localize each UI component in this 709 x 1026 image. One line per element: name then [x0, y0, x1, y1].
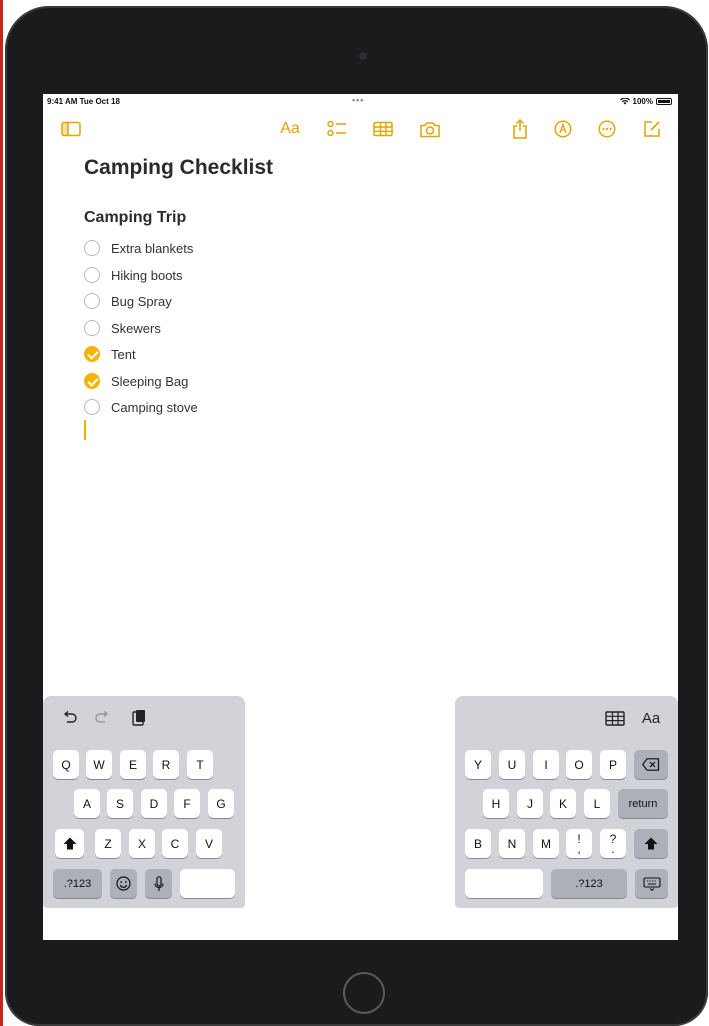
key-j[interactable]: J — [517, 789, 543, 818]
checkbox-circle[interactable] — [84, 293, 100, 309]
key-i[interactable]: I — [533, 750, 559, 779]
key-a[interactable]: A — [74, 789, 100, 818]
shift-key[interactable] — [55, 829, 84, 858]
key-d[interactable]: D — [141, 789, 167, 818]
split-keyboard-left: Q W E R T A S D F G Z X C V .?123 — [43, 696, 245, 908]
share-icon[interactable] — [508, 118, 532, 140]
numbers-key-right[interactable]: .?123 — [551, 869, 627, 898]
key-b[interactable]: B — [465, 829, 491, 858]
key-question-period[interactable]: ? . — [600, 829, 626, 858]
markup-icon[interactable] — [551, 118, 575, 140]
undo-icon[interactable] — [59, 708, 79, 728]
key-g[interactable]: G — [208, 789, 234, 818]
keyboard-icon — [642, 876, 661, 891]
backspace-icon — [642, 758, 660, 771]
key-q[interactable]: Q — [53, 750, 79, 779]
key-c[interactable]: C — [162, 829, 188, 858]
key-z[interactable]: Z — [95, 829, 121, 858]
checklist-item[interactable]: Skewers — [84, 318, 161, 338]
emoji-icon — [116, 876, 131, 891]
battery-percent: 100% — [632, 97, 653, 106]
compose-icon[interactable] — [640, 118, 664, 140]
sidebar-icon[interactable] — [59, 118, 83, 140]
microphone-icon — [153, 875, 164, 891]
checkbox-circle[interactable] — [84, 240, 100, 256]
home-button[interactable] — [343, 972, 385, 1014]
key-l[interactable]: L — [584, 789, 610, 818]
format-button[interactable]: Aa — [277, 118, 303, 140]
key-f[interactable]: F — [174, 789, 200, 818]
format-button-keyboard[interactable]: Aa — [638, 708, 664, 728]
table-icon[interactable] — [371, 118, 395, 140]
table-icon[interactable] — [603, 708, 627, 728]
checklist-item[interactable]: Camping stove — [84, 397, 198, 417]
key-o[interactable]: O — [566, 750, 592, 779]
key-k[interactable]: K — [550, 789, 576, 818]
checklist-icon[interactable] — [325, 118, 349, 140]
shift-arrow-icon — [644, 837, 658, 850]
notes-screen: 9:41 AM Tue Oct 18 ••• 100% Aa Camping C… — [43, 94, 678, 940]
checklist-item[interactable]: Extra blankets — [84, 238, 193, 258]
checked-circle-icon[interactable] — [84, 373, 100, 389]
key-x[interactable]: X — [129, 829, 155, 858]
checklist-item-label: Tent — [111, 346, 136, 362]
checklist-item-label: Camping stove — [111, 399, 198, 415]
key-h[interactable]: H — [483, 789, 509, 818]
key-secondary: , — [577, 841, 581, 856]
checkbox-circle[interactable] — [84, 320, 100, 336]
emoji-key[interactable] — [110, 869, 137, 898]
hide-keyboard-key[interactable] — [635, 869, 668, 898]
redo-icon[interactable] — [93, 708, 113, 728]
front-camera — [359, 52, 367, 60]
key-p[interactable]: P — [600, 750, 626, 779]
space-key-right[interactable] — [465, 869, 543, 898]
key-y[interactable]: Y — [465, 750, 491, 779]
key-w[interactable]: W — [86, 750, 112, 779]
numbers-key[interactable]: .?123 — [53, 869, 102, 898]
more-icon[interactable] — [595, 118, 619, 140]
key-m[interactable]: M — [533, 829, 559, 858]
key-n[interactable]: N — [499, 829, 525, 858]
left-edge-bar — [0, 0, 3, 1026]
key-u[interactable]: U — [499, 750, 525, 779]
key-s[interactable]: S — [107, 789, 133, 818]
camera-icon[interactable] — [418, 118, 442, 140]
checklist-item-label: Extra blankets — [111, 240, 194, 256]
space-key-left[interactable] — [180, 869, 235, 898]
split-keyboard-right: Aa Y U I O P H J K L return B N M ! , ? … — [455, 696, 678, 908]
status-right: 100% — [619, 97, 672, 106]
checked-circle-icon[interactable] — [84, 346, 100, 362]
checklist-item[interactable]: Sleeping Bag — [84, 371, 188, 391]
section-heading[interactable]: Camping Trip — [84, 209, 186, 227]
key-r[interactable]: R — [153, 750, 179, 779]
checklist-item[interactable]: Tent — [84, 344, 136, 364]
checkbox-circle[interactable] — [84, 399, 100, 415]
delete-key[interactable] — [634, 750, 668, 779]
multitasking-dots[interactable]: ••• — [352, 95, 364, 105]
checklist-item-label: Bug Spray — [111, 293, 172, 309]
status-time: 9:41 AM Tue Oct 18 — [47, 97, 120, 106]
battery-icon — [656, 98, 672, 105]
shift-arrow-icon — [63, 837, 76, 850]
note-title[interactable]: Camping Checklist — [84, 156, 273, 180]
key-e[interactable]: E — [120, 750, 146, 779]
text-cursor — [84, 420, 86, 440]
paste-icon[interactable] — [129, 708, 149, 728]
key-secondary: . — [611, 841, 615, 856]
shift-key-right[interactable] — [634, 829, 668, 858]
key-exclaim-comma[interactable]: ! , — [566, 829, 592, 858]
key-v[interactable]: V — [196, 829, 222, 858]
checklist-item-label: Sleeping Bag — [111, 373, 189, 389]
key-t[interactable]: T — [187, 750, 213, 779]
checkbox-circle[interactable] — [84, 267, 100, 283]
wifi-icon — [619, 98, 630, 105]
checklist-item[interactable]: Hiking boots — [84, 265, 183, 285]
checklist-item-label: Hiking boots — [111, 267, 183, 283]
checklist-item[interactable]: Bug Spray — [84, 291, 172, 311]
dictation-key[interactable] — [145, 869, 172, 898]
checklist-item-label: Skewers — [111, 320, 161, 336]
return-key[interactable]: return — [618, 789, 668, 818]
status-bar: 9:41 AM Tue Oct 18 ••• 100% — [43, 94, 678, 110]
